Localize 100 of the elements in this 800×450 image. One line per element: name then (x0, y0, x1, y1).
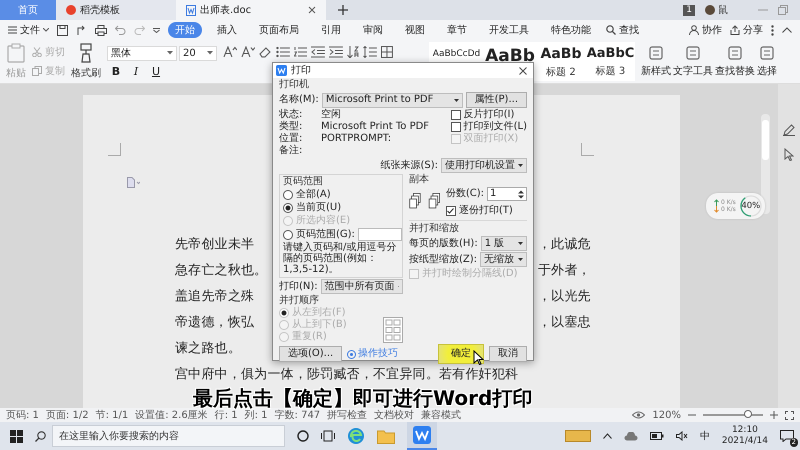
eraser-icon[interactable] (258, 46, 272, 58)
document-tab[interactable]: 稻壳模板 (56, 0, 176, 20)
status-item[interactable]: 页码: 1 (6, 408, 39, 422)
taskbar-search-field[interactable]: 在这里输入你要搜索的内容 (52, 425, 285, 447)
status-item[interactable]: 字数: 747 (274, 408, 320, 422)
pen-icon[interactable] (783, 124, 795, 136)
zoom-level[interactable]: 120% (652, 410, 681, 420)
scrollbar[interactable] (761, 114, 770, 214)
style-preview[interactable]: AaBb (485, 46, 535, 66)
task-view-icon[interactable] (321, 430, 335, 442)
cloud-icon[interactable] (624, 432, 638, 440)
font-dropdown[interactable]: 黑体 (107, 46, 177, 60)
zoom-in-icon[interactable] (770, 411, 778, 419)
page-range-field[interactable] (358, 228, 402, 241)
cancel-button[interactable]: 取消 (489, 346, 527, 362)
new-tab-icon[interactable] (338, 5, 348, 15)
ribbon-tool-button[interactable]: 查找替换 (715, 40, 755, 83)
slider-thumb[interactable] (744, 410, 752, 418)
ribbon-tool-button[interactable]: 选择 (757, 40, 777, 83)
save-icon[interactable] (57, 24, 68, 36)
circle-icon[interactable] (297, 430, 309, 442)
share-button[interactable]: 分享 (730, 23, 763, 37)
fullscreen-icon[interactable] (785, 410, 794, 420)
export-icon[interactable] (76, 24, 87, 36)
clock[interactable]: 12:10 2021/4/14 (722, 425, 768, 447)
window-count-badge[interactable]: 1 (683, 4, 695, 16)
ok-button[interactable]: 确定 (438, 344, 484, 364)
grow-font-icon[interactable] (223, 46, 237, 58)
checkbox[interactable] (450, 122, 461, 132)
style-name[interactable]: 标题 2 (546, 65, 576, 79)
style-preview[interactable]: AaBb (540, 46, 582, 62)
undo-icon[interactable] (115, 25, 126, 35)
paper-source-dropdown[interactable]: 使用打印机设置 (441, 158, 527, 173)
copies-spinbox[interactable]: 1 (487, 187, 527, 201)
browser-icon[interactable] (347, 427, 365, 445)
ribbon-tab[interactable]: 插入 (210, 22, 244, 38)
status-item[interactable]: 设置值: 2.6厘米 (135, 408, 208, 422)
radio-label[interactable]: 全部(A) (296, 189, 331, 201)
checkbox-label[interactable]: 打印到文件(L) (464, 121, 527, 133)
status-item[interactable]: 节: 1/1 (96, 408, 128, 422)
zoom-dropdown[interactable]: 无缩放 (480, 252, 527, 267)
eye-icon[interactable] (632, 411, 646, 419)
close-icon[interactable] (519, 66, 527, 74)
format-toggle[interactable]: I (131, 64, 141, 78)
chevron-up-icon[interactable] (602, 433, 612, 439)
radio-label[interactable]: 当前页(U) (296, 202, 342, 214)
notification-icon[interactable] (780, 430, 794, 442)
status-item[interactable]: 文档校对 (374, 408, 414, 422)
avatar[interactable] (705, 5, 715, 15)
sort-icon[interactable] (347, 46, 360, 58)
font-size-dropdown[interactable]: 20 (179, 46, 217, 60)
collapse-icon[interactable] (782, 27, 792, 33)
checkbox[interactable] (450, 110, 461, 120)
options-button[interactable]: 选项(O)... (279, 346, 342, 362)
search-button[interactable]: 查找 (606, 23, 639, 37)
style-preview[interactable]: AaBbC (586, 46, 634, 61)
collaborate-button[interactable]: 协作 (689, 23, 722, 37)
properties-button[interactable]: 属性(P)... (466, 92, 527, 108)
caret-icon[interactable] (153, 28, 160, 32)
format-toggle[interactable]: U (151, 64, 161, 78)
windows-start-icon[interactable] (10, 430, 23, 442)
checkbox[interactable] (446, 206, 456, 216)
ribbon-tab[interactable]: 引用 (314, 22, 348, 38)
status-item[interactable]: 拼写检查 (327, 408, 368, 422)
print-icon[interactable] (95, 24, 107, 36)
outdent-icon[interactable] (311, 46, 326, 58)
line-spacing-icon[interactable] (363, 46, 378, 58)
numbered-list-icon[interactable] (294, 46, 308, 58)
ribbon-tab[interactable]: 页面布局 (252, 22, 306, 38)
radio-button[interactable] (283, 203, 293, 213)
status-item[interactable]: 列: 1 (244, 408, 268, 422)
radio-label[interactable]: 页码范围(G): (296, 228, 355, 240)
wps-app-icon[interactable] (413, 426, 431, 444)
ribbon-tab[interactable]: 章节 (440, 22, 474, 38)
pointer-icon[interactable] (784, 148, 794, 161)
scroll-thumb[interactable] (762, 120, 769, 160)
shrink-font-icon[interactable] (240, 46, 255, 58)
document-tab[interactable]: 出师表.doc (176, 0, 326, 20)
file-menu[interactable]: 文件 (8, 23, 49, 37)
style-preview[interactable]: AaBbCcDd (432, 46, 480, 59)
checkbox-label[interactable]: 逐份打印(T) (458, 205, 513, 217)
status-item[interactable]: 页面: 1/2 (46, 408, 89, 422)
ribbon-tab[interactable]: 审阅 (356, 22, 390, 38)
table-border-icon[interactable] (381, 46, 393, 58)
style-name[interactable]: 标题 3 (596, 64, 626, 78)
ribbon-tab[interactable]: 开发工具 (482, 22, 536, 38)
input-method-indicator[interactable]: 中 (700, 429, 710, 443)
ribbon-tab[interactable]: 特色功能 (544, 22, 598, 38)
status-item[interactable]: 行: 1 (214, 408, 238, 422)
zoom-dropdown[interactable]: 1 版 (480, 236, 527, 251)
radio-button[interactable] (283, 230, 293, 240)
ribbon-tool-button[interactable]: 文字工具 (673, 40, 713, 83)
ribbon-tab[interactable]: 开始 (168, 22, 202, 38)
volume-icon[interactable] (676, 431, 688, 441)
checkbox-label[interactable]: 反片打印(I) (464, 109, 514, 121)
format-toggle[interactable]: B (111, 64, 121, 78)
battery-icon[interactable] (650, 432, 664, 440)
radio-button[interactable] (283, 190, 293, 200)
ribbon-tool-button[interactable]: 新样式 (641, 40, 671, 83)
more-icon[interactable] (771, 24, 774, 36)
